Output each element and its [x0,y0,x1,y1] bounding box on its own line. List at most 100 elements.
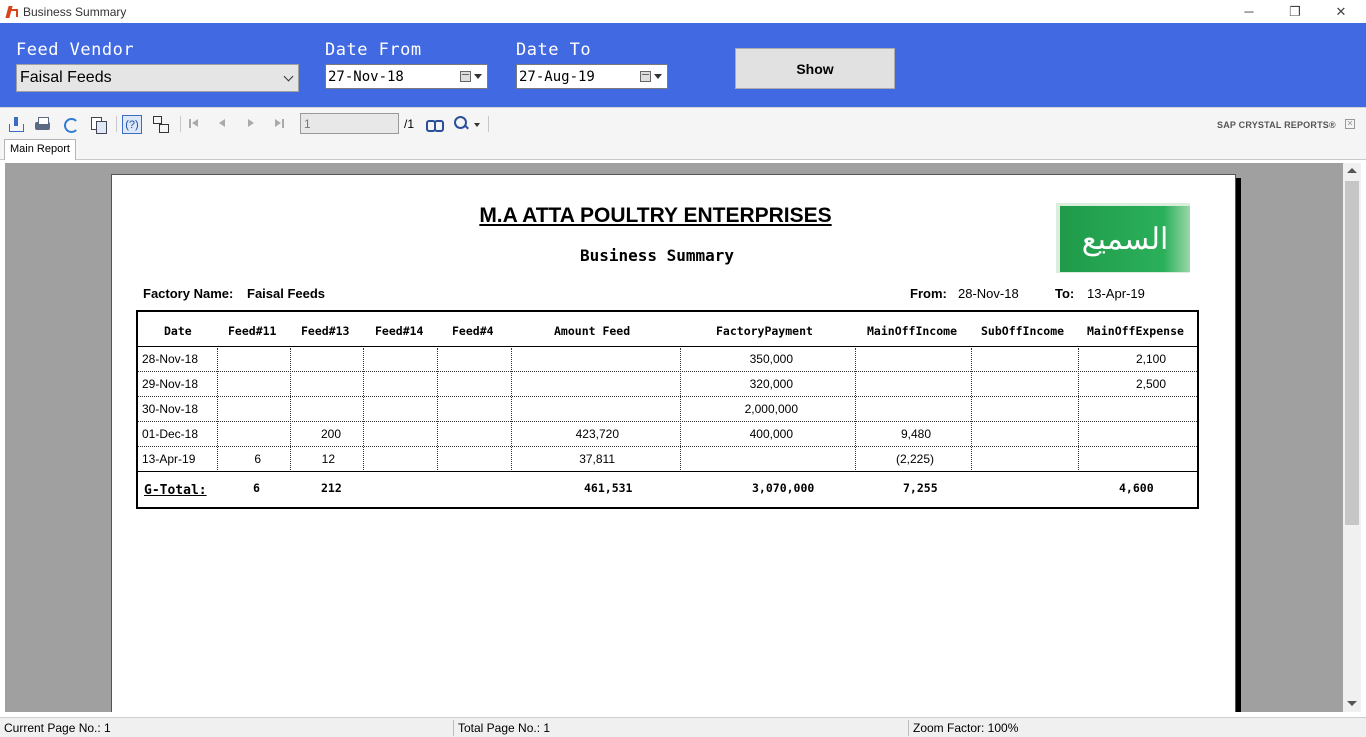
maximize-button[interactable]: ❐ [1272,0,1318,23]
page-total: /1 [404,117,415,131]
cell-date: 13-Apr-19 [142,452,196,466]
scroll-down-icon[interactable] [1347,701,1357,706]
feed-vendor-select[interactable]: Faisal Feeds [16,64,299,92]
grand-total-label: G-Total: [144,483,207,498]
column-header: MainOffIncome [867,324,958,338]
report-title: Business Summary [579,246,735,265]
cell-date: 28-Nov-18 [142,352,199,366]
date-to-label: Date To [516,40,592,60]
report-page: M.A ATTA POULTRY ENTERPRISES Business Su… [111,174,1236,712]
total-pages-status: Total Page No.: 1 [458,721,551,735]
show-button[interactable]: Show [735,48,895,89]
date-from-label: Date From [325,40,422,60]
cell-factory-payment: 320,000 [749,377,793,391]
company-name: M.A ATTA POULTRY ENTERPRISES [479,204,832,227]
feed-vendor-label: Feed Vendor [16,40,135,60]
cell-main-off-expense: 2,100 [1135,352,1166,366]
summary-table: Date Feed#11 Feed#13 Feed#14 Feed#4 Amou… [136,310,1199,509]
toolbar-separator [116,116,117,132]
report-viewer-toolbar: (?) /1 SAP CRYSTAL REPORTS® ✕ [0,107,1366,139]
toolbar-separator [488,116,489,132]
scroll-up-icon[interactable] [1347,168,1357,173]
cell-factory-payment: 2,000,000 [744,402,798,416]
status-separator [908,720,909,736]
cell-main-off-income: (2,225) [895,452,934,466]
find-icon[interactable] [425,115,444,133]
sap-crystal-brand: SAP CRYSTAL REPORTS® [1217,120,1336,130]
column-header: Feed#11 [228,324,277,338]
date-from-value: 27-Nov-18 [328,68,404,85]
calendar-icon[interactable] [640,71,651,82]
export-icon[interactable] [7,115,25,133]
factory-name-value: Faisal Feeds [247,286,326,301]
company-logo: السميع [1060,206,1190,272]
calendar-icon[interactable] [460,71,471,82]
status-separator [453,720,454,736]
report-tabs: Main Report [0,139,1366,160]
column-header: Feed#14 [375,324,424,338]
total-main-off-expense: 4,600 [1119,481,1154,495]
from-label: From: [910,286,947,301]
next-page-icon[interactable] [246,118,256,129]
cell-amount-feed: 423,720 [575,427,619,441]
column-header: Amount Feed [554,324,631,338]
table-row: 01-Dec-18 200 423,720 400,000 9,480 [138,422,1197,447]
date-to-picker[interactable]: 27-Aug-19 [516,64,668,89]
to-value: 13-Apr-19 [1087,286,1145,301]
close-viewer-icon[interactable]: ✕ [1345,119,1355,129]
last-page-icon[interactable] [274,118,284,129]
zoom-icon[interactable] [453,115,471,133]
zoom-status: Zoom Factor: 100% [913,721,1019,735]
cell-date: 01-Dec-18 [142,427,199,441]
dropdown-arrow-icon[interactable] [474,74,482,79]
total-factory-payment: 3,070,000 [752,481,815,495]
cell-factory-payment: 400,000 [749,427,793,441]
refresh-icon[interactable] [61,115,79,133]
print-icon[interactable] [34,115,52,133]
cell-feed-11: 6 [254,452,261,466]
dropdown-arrow-icon[interactable] [654,74,662,79]
toolbar-separator [180,116,181,132]
cell-feed-13: 12 [321,452,335,466]
cell-main-off-expense: 2,500 [1135,377,1166,391]
vertical-scrollbar[interactable] [1343,163,1361,712]
report-viewport[interactable]: M.A ATTA POULTRY ENTERPRISES Business Su… [5,163,1343,712]
total-amount-feed: 461,531 [584,481,633,495]
column-header: Feed#4 [452,324,494,338]
total-main-off-income: 7,255 [903,481,938,495]
close-button[interactable]: ✕ [1318,0,1364,23]
cell-factory-payment: 350,000 [749,352,793,366]
to-label: To: [1055,286,1075,301]
feed-vendor-value: Faisal Feeds [20,69,112,86]
total-feed-11: 6 [253,481,260,495]
window-title: Business Summary [23,4,127,19]
tab-main-report[interactable]: Main Report [4,139,76,160]
cell-date: 30-Nov-18 [142,402,199,416]
factory-name-label: Factory Name: [143,286,234,301]
date-to-value: 27-Aug-19 [519,68,595,85]
table-row: 30-Nov-18 2,000,000 [138,397,1197,422]
scroll-thumb[interactable] [1345,181,1359,525]
title-bar: Business Summary ─ ❐ ✕ [0,0,1366,23]
first-page-icon[interactable] [189,118,199,129]
table-row: 29-Nov-18 320,000 2,500 [138,372,1197,397]
help-icon[interactable]: (?) [122,115,142,134]
column-header: Feed#13 [301,324,350,338]
filter-panel: Feed Vendor Date From Date To Faisal Fee… [0,23,1366,107]
page-number-input[interactable] [300,113,399,134]
from-value: 28-Nov-18 [958,286,1019,301]
column-header: FactoryPayment [716,324,813,338]
cell-date: 29-Nov-18 [142,377,199,391]
zoom-dropdown-icon[interactable] [474,123,480,127]
cell-feed-13: 200 [320,427,341,441]
previous-page-icon[interactable] [217,118,227,129]
date-from-picker[interactable]: 27-Nov-18 [325,64,488,89]
copy-icon[interactable] [89,115,107,134]
group-tree-icon[interactable] [151,115,169,133]
minimize-button[interactable]: ─ [1226,0,1272,23]
cell-main-off-income: 9,480 [900,427,931,441]
total-feed-13: 212 [321,481,342,495]
table-row: 13-Apr-19 6 12 37,811 (2,225) [138,447,1197,472]
chevron-down-icon[interactable] [283,71,294,82]
total-divider [138,471,1197,472]
